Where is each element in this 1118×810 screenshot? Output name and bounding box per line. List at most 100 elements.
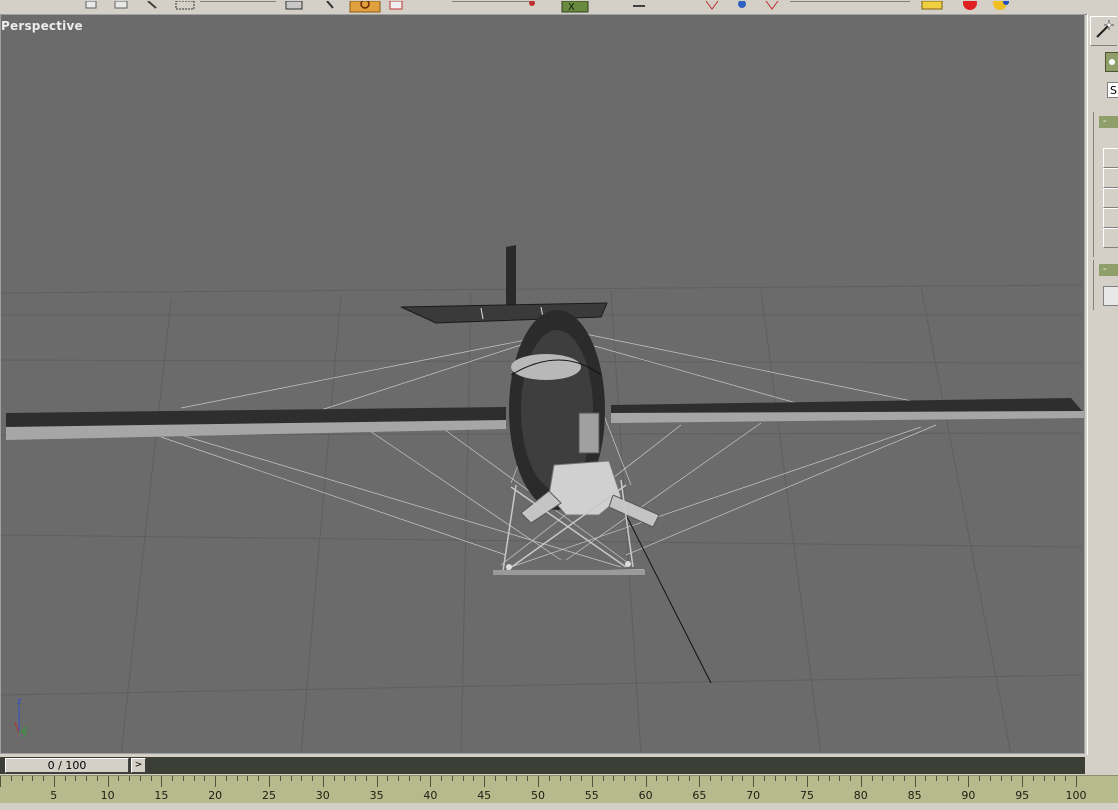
- svg-text:X: X: [568, 2, 575, 13]
- track-bar[interactable]: 5 10 15 20 25 30 35 40 45 50 55 60 65 70 75 80 85 90 95 100: [0, 775, 1118, 804]
- track-tick: [151, 776, 152, 781]
- rollout-border-2: [1093, 260, 1094, 310]
- object-type-button-2[interactable]: [1103, 168, 1118, 188]
- track-tick: [872, 776, 873, 781]
- track-tick: [22, 776, 23, 781]
- track-tick: [506, 776, 507, 781]
- track-tick: [1001, 776, 1002, 781]
- track-tick-label: 50: [531, 789, 545, 802]
- track-tick: [118, 776, 119, 781]
- rollout-header-1[interactable]: -: [1099, 116, 1118, 128]
- track-tick: [1076, 776, 1077, 787]
- track-tick: [398, 776, 399, 781]
- perspective-viewport[interactable]: z y Perspective: [0, 14, 1085, 754]
- landing-skid: [493, 570, 645, 575]
- teapot-icon[interactable]: [993, 0, 1009, 10]
- track-tick: [204, 776, 205, 781]
- track-tick: [247, 776, 248, 781]
- track-tick: [968, 776, 969, 787]
- selection-set-field[interactable]: [200, 1, 276, 2]
- track-tick: [925, 776, 926, 781]
- track-tick: [958, 776, 959, 781]
- track-tick: [215, 776, 216, 787]
- track-tick: [915, 776, 916, 787]
- move-icon[interactable]: [114, 0, 128, 9]
- material-editor-icon[interactable]: [738, 0, 746, 8]
- track-tick: [291, 776, 292, 781]
- track-tick: [990, 776, 991, 781]
- track-tick: [721, 776, 722, 781]
- snap-icon[interactable]: [326, 0, 334, 9]
- track-tick: [32, 776, 33, 781]
- toolbar-bar: [633, 5, 645, 7]
- fuselage-stripe: [511, 354, 581, 380]
- track-tick: [1011, 776, 1012, 781]
- schematic-icon[interactable]: [705, 0, 719, 10]
- track-tick-label: 10: [100, 789, 115, 802]
- track-tick: [807, 776, 808, 787]
- track-tick: [560, 776, 561, 781]
- track-tick: [592, 776, 593, 787]
- create-tab-icon[interactable]: [1105, 52, 1118, 72]
- rollout-header-2[interactable]: -: [1099, 264, 1118, 276]
- track-tick: [570, 776, 571, 781]
- magic-wand-icon[interactable]: [1090, 16, 1117, 46]
- track-tick: [387, 776, 388, 781]
- region-select-icon[interactable]: [175, 0, 195, 10]
- track-tick: [796, 776, 797, 781]
- object-type-button-1[interactable]: [1103, 148, 1118, 168]
- render-frame-icon[interactable]: [921, 0, 943, 10]
- track-tick: [301, 776, 302, 781]
- object-type-button-3[interactable]: [1103, 188, 1118, 208]
- viewport-label[interactable]: Perspective: [1, 19, 83, 33]
- next-frame-button[interactable]: >: [131, 758, 146, 773]
- select-icon[interactable]: [85, 0, 97, 9]
- time-slider-track[interactable]: [0, 757, 1085, 774]
- curve-editor-icon[interactable]: X: [561, 0, 589, 13]
- name-field[interactable]: S: [1107, 82, 1118, 98]
- engine-cylinder: [578, 412, 600, 454]
- track-tick: [818, 776, 819, 781]
- track-tick: [377, 776, 378, 787]
- track-tick-label: 35: [369, 789, 384, 802]
- track-tick: [43, 776, 44, 781]
- track-tick-label: 30: [315, 789, 330, 802]
- object-type-button-4[interactable]: [1103, 208, 1118, 228]
- track-tick: [624, 776, 625, 781]
- angle-snap-icon[interactable]: [349, 0, 381, 13]
- track-tick: [65, 776, 66, 781]
- named-selection-icon[interactable]: [285, 0, 303, 10]
- rotate-icon[interactable]: [147, 0, 157, 9]
- track-tick: [785, 776, 786, 781]
- track-tick: [161, 776, 162, 787]
- render-icon[interactable]: [963, 0, 977, 10]
- command-panel: S - -: [1087, 14, 1118, 774]
- track-tick: [1054, 776, 1055, 781]
- track-tick: [656, 776, 657, 781]
- track-tick: [1065, 776, 1066, 781]
- object-type-button-5[interactable]: [1103, 228, 1118, 248]
- track-tick: [183, 776, 184, 781]
- mirror-icon[interactable]: [389, 0, 403, 10]
- track-tick-label: 40: [423, 789, 438, 802]
- viewport-scene[interactable]: z y: [1, 15, 1085, 754]
- track-tick: [678, 776, 679, 781]
- time-slider: 0 / 100 >: [0, 755, 1118, 775]
- track-tick: [355, 776, 356, 781]
- time-slider-thumb[interactable]: 0 / 100: [5, 758, 129, 773]
- track-tick: [829, 776, 830, 781]
- track-tick: [861, 776, 862, 787]
- track-tick: [646, 776, 647, 787]
- color-swatch[interactable]: [1103, 286, 1118, 306]
- track-tick: [484, 776, 485, 787]
- track-tick: [0, 776, 1, 787]
- airplane-model[interactable]: [6, 245, 1084, 684]
- track-tick-label: 75: [800, 789, 814, 802]
- align-icon[interactable]: [529, 0, 535, 6]
- track-tick: [226, 776, 227, 781]
- toolbar-divider-2: [790, 1, 910, 2]
- track-tick: [538, 776, 539, 787]
- toolbar-divider: [452, 1, 532, 2]
- render-setup-icon[interactable]: [765, 0, 779, 10]
- track-tick-label: 95: [1015, 789, 1030, 802]
